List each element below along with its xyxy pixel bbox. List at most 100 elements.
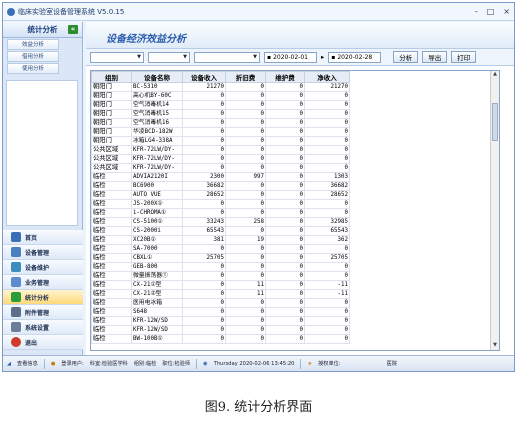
table-cell: -11 bbox=[304, 280, 350, 290]
group-select[interactable]: ▼ bbox=[90, 51, 144, 63]
table-cell: 0 bbox=[304, 244, 350, 254]
column-header[interactable]: 维护费 bbox=[265, 71, 305, 83]
table-row[interactable]: 公共区域 KFR-72LW/DY- 0 0 0 0 bbox=[91, 154, 350, 164]
nav-exit[interactable]: 退出 bbox=[3, 335, 83, 350]
subnav-usage-analysis[interactable]: 使用分析 bbox=[7, 63, 59, 74]
table-row[interactable]: 临检 医用电冰箱 0 0 0 0 bbox=[91, 298, 350, 308]
subnav-borrow-analysis[interactable]: 借用分析 bbox=[7, 51, 59, 62]
column-header[interactable]: 设备名称 bbox=[131, 71, 183, 83]
table-row[interactable]: 临检 ADVIA2120I 2300 997 0 1303 bbox=[91, 172, 350, 182]
close-button[interactable]: × bbox=[503, 7, 510, 16]
table-cell: 临检 bbox=[91, 298, 132, 308]
nav-business-management[interactable]: 业务管理 bbox=[3, 275, 83, 290]
table-row[interactable]: 临检 i-CHROMA① 0 0 0 0 bbox=[91, 208, 350, 218]
table-row[interactable]: 朝阳门 空气消毒机16 0 0 0 0 bbox=[91, 118, 350, 128]
table-cell: 381 bbox=[182, 235, 226, 245]
table-cell: 0 bbox=[182, 91, 226, 101]
table-cell: 36682 bbox=[304, 181, 350, 191]
table-cell: 0 bbox=[265, 199, 305, 209]
data-grid[interactable]: 组别 设备名称 设备收入 折旧费 维护费 净收入 朝阳门 BC-5310 21270 0 0 212… bbox=[90, 70, 500, 351]
table-row[interactable]: 临检 CX-21②型 0 11 0 -11 bbox=[91, 289, 350, 299]
date-to-field[interactable]: ▪ 2020-02-28 bbox=[328, 51, 382, 63]
table-row[interactable]: 朝阳门 空气消毒机15 0 0 0 0 bbox=[91, 109, 350, 119]
status-group: 组别:临检 bbox=[133, 361, 157, 367]
table-cell: 28652 bbox=[182, 190, 226, 200]
table-row[interactable]: 朝阳门 空气消毒机14 0 0 0 0 bbox=[91, 100, 350, 110]
table-row[interactable]: 临检 JS-200X① 0 0 0 0 bbox=[91, 199, 350, 209]
column-header[interactable]: 设备收入 bbox=[182, 71, 226, 83]
scroll-up-icon[interactable]: ▲ bbox=[491, 71, 499, 79]
column-header[interactable]: 净收入 bbox=[304, 71, 350, 83]
table-cell: 微量振荡器① bbox=[131, 271, 183, 281]
table-row[interactable]: 朝阳门 高心机BY-60C 0 0 0 0 bbox=[91, 91, 350, 101]
table-cell: 0 bbox=[304, 118, 350, 128]
analyze-button[interactable]: 分析 bbox=[393, 51, 419, 63]
table-cell: 0 bbox=[265, 298, 305, 308]
nav-attachments[interactable]: 附件管理 bbox=[3, 305, 83, 320]
table-row[interactable]: 临检 AUTO VUE 28652 0 0 28652 bbox=[91, 190, 350, 200]
calendar-icon: ▪ bbox=[267, 53, 272, 61]
table-cell: 0 bbox=[265, 127, 305, 137]
table-row[interactable]: 临检 BW-100B① 0 0 0 0 bbox=[91, 334, 350, 344]
table-cell: 0 bbox=[182, 154, 226, 164]
nav-settings[interactable]: 系统设置 bbox=[3, 320, 83, 335]
maximize-button[interactable]: □ bbox=[487, 7, 495, 16]
exit-icon bbox=[11, 337, 21, 347]
table-cell: 临检 bbox=[91, 235, 132, 245]
status-position: 职位:检验师 bbox=[162, 361, 191, 367]
figure-caption: 图9. 统计分析界面 bbox=[204, 400, 313, 415]
export-button[interactable]: 导出 bbox=[422, 51, 448, 63]
nav-statistics[interactable]: 统计分析 bbox=[3, 290, 83, 305]
scroll-thumb[interactable] bbox=[492, 103, 498, 141]
table-cell: 0 bbox=[304, 154, 350, 164]
table-cell: 0 bbox=[182, 307, 226, 317]
table-cell: KFR-72LW/DY- bbox=[131, 145, 183, 155]
table-cell: 临检 bbox=[91, 307, 132, 317]
nav-maintenance-label: 设备维护 bbox=[25, 264, 50, 272]
category-select[interactable]: ▼ bbox=[194, 51, 260, 63]
table-row[interactable]: 临检 KFR-12W/SD 0 0 0 0 bbox=[91, 316, 350, 326]
table-cell: 0 bbox=[304, 334, 350, 344]
device-select[interactable]: ▼ bbox=[148, 51, 190, 63]
table-cell: 临检 bbox=[91, 217, 132, 227]
column-header[interactable]: 折旧费 bbox=[225, 71, 266, 83]
table-row[interactable]: 临检 KFR-12W/SD 0 0 0 0 bbox=[91, 325, 350, 335]
print-button[interactable]: 打印 bbox=[451, 51, 477, 63]
benefit-table: 组别 设备名称 设备收入 折旧费 维护费 净收入 朝阳门 BC-5310 21270 0 0 212… bbox=[91, 71, 350, 344]
table-row[interactable]: 朝阳门 华凌BCD-182W 0 0 0 0 bbox=[91, 127, 350, 137]
table-cell: 公共区域 bbox=[91, 163, 132, 173]
collapse-icon[interactable]: « bbox=[68, 25, 78, 34]
table-row[interactable]: 临检 微量振荡器① 0 0 0 0 bbox=[91, 271, 350, 281]
nav-home[interactable]: 首页 bbox=[3, 230, 83, 245]
vertical-scrollbar[interactable]: ▲ ▼ bbox=[490, 71, 499, 350]
table-cell: 0 bbox=[304, 271, 350, 281]
table-row[interactable]: 临检 S648 0 0 0 0 bbox=[91, 307, 350, 317]
table-row[interactable]: 临检 CS-2000i 65543 0 0 65543 bbox=[91, 226, 350, 236]
table-row[interactable]: 公共区域 KFR-72LW/DY- 0 0 0 0 bbox=[91, 145, 350, 155]
table-row[interactable]: 临检 BC6900 36682 0 0 36682 bbox=[91, 181, 350, 191]
table-cell: 362 bbox=[304, 235, 350, 245]
column-header[interactable]: 组别 bbox=[91, 71, 132, 83]
scroll-down-icon[interactable]: ▼ bbox=[491, 342, 499, 350]
nav-device-maintenance[interactable]: 设备维护 bbox=[3, 260, 83, 275]
business-icon bbox=[11, 277, 21, 287]
table-cell: 0 bbox=[225, 127, 266, 137]
table-row[interactable]: 临检 CBXL① 25705 0 0 25705 bbox=[91, 253, 350, 263]
table-cell: 25705 bbox=[304, 253, 350, 263]
subnav-benefit-analysis[interactable]: 效益分析 bbox=[7, 39, 59, 50]
table-row[interactable]: 临检 SA-7000 0 0 0 0 bbox=[91, 244, 350, 254]
table-cell: 19 bbox=[225, 235, 266, 245]
table-row[interactable]: 临检 XC20B① 381 19 0 362 bbox=[91, 235, 350, 245]
table-row[interactable]: 临检 GEB-800 0 0 0 0 bbox=[91, 262, 350, 272]
table-cell: 临检 bbox=[91, 208, 132, 218]
table-row[interactable]: 临检 CS-5100① 33243 258 0 32985 bbox=[91, 217, 350, 227]
table-row[interactable]: 临检 CX-21①型 0 11 0 -11 bbox=[91, 280, 350, 290]
table-row[interactable]: 朝阳门 冰箱LG4-338A 0 0 0 0 bbox=[91, 136, 350, 146]
table-cell: 0 bbox=[225, 262, 266, 272]
table-row[interactable]: 朝阳门 BC-5310 21270 0 0 21270 bbox=[91, 82, 350, 92]
minimize-button[interactable]: - bbox=[475, 7, 478, 16]
date-from-field[interactable]: ▪ 2020-02-01 bbox=[264, 51, 317, 63]
nav-device-management[interactable]: 设备管理 bbox=[3, 245, 83, 260]
table-row[interactable]: 公共区域 KFR-72LW/DY- 0 0 0 0 bbox=[91, 163, 350, 173]
calendar-icon: ▪ bbox=[331, 53, 336, 61]
